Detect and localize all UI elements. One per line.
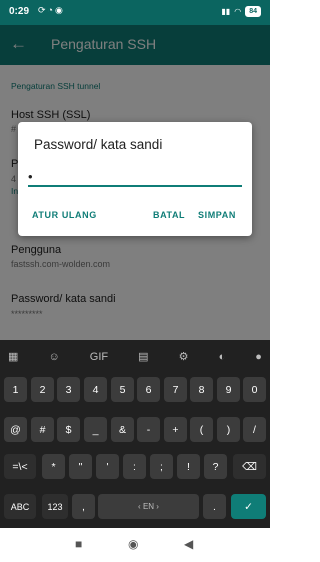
menu-grid-icon[interactable]: ▦ (8, 350, 18, 363)
abc-key[interactable]: ABC (4, 494, 36, 519)
palette-icon[interactable]: ◐ (219, 351, 226, 363)
key-double-quote[interactable]: " (69, 454, 92, 479)
backspace-icon[interactable]: ⌫ (233, 454, 266, 479)
key-1[interactable]: 1 (4, 377, 27, 402)
key-exclamation[interactable]: ! (177, 454, 200, 479)
wifi-icon: ◠ (234, 7, 242, 16)
key-dollar[interactable]: $ (57, 417, 80, 442)
enter-check-icon[interactable]: ✓ (231, 494, 266, 519)
space-right-arrow-icon: › (154, 502, 159, 511)
microphone-icon[interactable]: ● (255, 351, 262, 363)
key-6[interactable]: 6 (137, 377, 160, 402)
system-nav-bar: ■ ◉ ◀ (0, 528, 270, 562)
key-colon[interactable]: : (123, 454, 146, 479)
key-underscore[interactable]: _ (84, 417, 107, 442)
space-bar[interactable]: ‹ EN › (98, 494, 199, 519)
key-2[interactable]: 2 (31, 377, 54, 402)
cellular-icon: ▮▮ (221, 7, 231, 16)
numeric-key[interactable]: 123 (42, 494, 68, 519)
password-dialog: Password/ kata sandi ATUR ULANG BATAL SI… (18, 122, 252, 236)
key-slash[interactable]: / (243, 417, 266, 442)
key-7[interactable]: 7 (164, 377, 187, 402)
cancel-button[interactable]: BATAL (153, 210, 185, 220)
sync-icon: ⟳ (38, 5, 46, 15)
signal-icon: ◔ (47, 5, 53, 15)
password-input[interactable] (28, 167, 242, 187)
dialog-title: Password/ kata sandi (34, 137, 163, 152)
key-ampersand[interactable]: & (111, 417, 134, 442)
key-4[interactable]: 4 (84, 377, 107, 402)
settings-icon[interactable]: ⚙ (179, 350, 189, 363)
status-time: 0:29 (9, 6, 30, 17)
symbol-page-key-icon[interactable]: =\< (4, 454, 36, 479)
keyboard: ▦ ☺ GIF ▤ ⚙ ◐ ● 1 2 3 4 5 6 7 8 9 0 @ # … (0, 340, 270, 528)
status-right-icons: ▮▮ ◠ 84 (221, 6, 261, 17)
key-question[interactable]: ? (204, 454, 227, 479)
key-minus[interactable]: - (137, 417, 160, 442)
key-3[interactable]: 3 (57, 377, 80, 402)
clipboard-icon[interactable]: ▤ (138, 350, 148, 363)
save-button[interactable]: SIMPAN (198, 210, 236, 220)
home-circle-icon[interactable]: ◉ (128, 537, 138, 551)
gif-icon[interactable]: GIF (90, 351, 108, 363)
key-asterisk[interactable]: * (42, 454, 65, 479)
key-at[interactable]: @ (4, 417, 27, 442)
key-9[interactable]: 9 (217, 377, 240, 402)
reset-button[interactable]: ATUR ULANG (32, 210, 97, 220)
back-triangle-icon[interactable]: ◀ (184, 537, 193, 551)
key-plus[interactable]: + (164, 417, 187, 442)
key-8[interactable]: 8 (190, 377, 213, 402)
space-language-label: EN (142, 502, 155, 511)
key-0[interactable]: 0 (243, 377, 266, 402)
key-hash[interactable]: # (31, 417, 54, 442)
sticker-icon[interactable]: ☺ (48, 351, 59, 363)
recents-square-icon[interactable]: ■ (75, 537, 82, 551)
key-comma[interactable]: , (72, 494, 95, 519)
status-icons: ⟳ ◔ ◉ (38, 5, 63, 16)
key-period[interactable]: . (203, 494, 226, 519)
key-single-quote[interactable]: ' (96, 454, 119, 479)
key-close-paren[interactable]: ) (217, 417, 240, 442)
key-5[interactable]: 5 (111, 377, 134, 402)
key-open-paren[interactable]: ( (190, 417, 213, 442)
key-semicolon[interactable]: ; (150, 454, 173, 479)
at-icon: ◉ (54, 5, 63, 15)
battery-icon: 84 (245, 6, 261, 17)
status-bar: 0:29 ⟳ ◔ ◉ ▮▮ ◠ 84 (0, 0, 270, 25)
keyboard-toolbar: ▦ ☺ GIF ▤ ⚙ ◐ ● (0, 340, 270, 373)
